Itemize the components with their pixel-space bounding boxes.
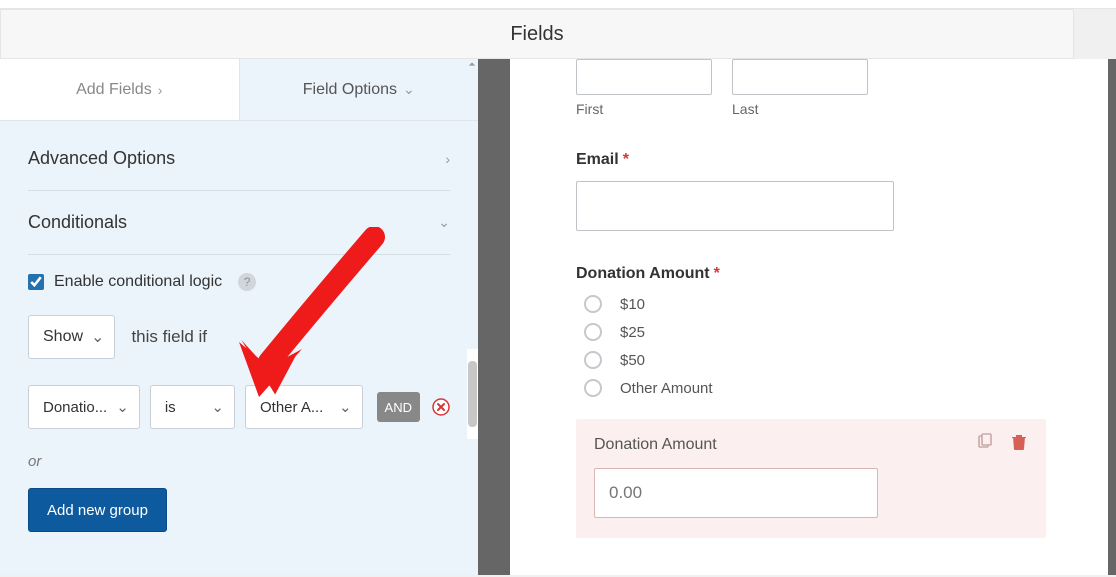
this-field-if-text: this field if: [131, 327, 207, 347]
radio-icon: [584, 323, 602, 341]
add-group-label: Add new group: [47, 502, 148, 519]
radio-option-10[interactable]: $10: [576, 295, 1066, 313]
radio-option-50[interactable]: $50: [576, 351, 1066, 369]
tab-add-fields-label: Add Fields: [76, 81, 152, 99]
chevron-right-icon: ›: [445, 151, 450, 167]
sidebar: Add Fields › Field Options ⌄ Advanced Op…: [0, 59, 478, 575]
trash-icon[interactable]: [1010, 433, 1028, 456]
enable-conditional-label: Enable conditional logic: [54, 273, 222, 291]
radio-option-25[interactable]: $25: [576, 323, 1066, 341]
rule-value-label: Other A...: [260, 399, 331, 416]
page-title-bar: Fields: [0, 9, 1074, 59]
radio-label: $10: [620, 296, 645, 313]
duplicate-icon[interactable]: [976, 433, 994, 456]
radio-icon: [584, 379, 602, 397]
section-advanced-options[interactable]: Advanced Options ›: [28, 127, 450, 191]
first-name-sublabel: First: [576, 101, 712, 117]
last-name-input[interactable]: [732, 59, 868, 95]
radio-label: Other Amount: [620, 380, 713, 397]
scroll-up-icon[interactable]: [468, 60, 476, 68]
email-field-label: Email*: [576, 151, 1066, 169]
caret-down-icon: ⌄: [339, 398, 352, 416]
or-text: or: [28, 453, 450, 470]
section-conditionals-label: Conditionals: [28, 212, 127, 233]
donation-field-label: Donation Amount*: [576, 265, 1066, 283]
rule-field-select[interactable]: Donatio... ⌄: [28, 385, 140, 429]
and-label: AND: [385, 400, 412, 415]
radio-label: $25: [620, 324, 645, 341]
donation-label-text: Donation Amount: [576, 265, 710, 282]
selected-field-label: Donation Amount: [594, 436, 717, 454]
selected-field-panel[interactable]: Donation Amount: [576, 419, 1046, 538]
add-group-button[interactable]: Add new group: [28, 488, 167, 532]
help-icon[interactable]: ?: [238, 273, 256, 291]
sidebar-scrollbar[interactable]: [467, 349, 478, 439]
rule-value-select[interactable]: Other A... ⌄: [245, 385, 363, 429]
scrollbar-thumb[interactable]: [468, 361, 477, 427]
caret-down-icon: ⌄: [116, 398, 129, 416]
tab-add-fields[interactable]: Add Fields ›: [0, 59, 239, 120]
rule-operator-select[interactable]: is ⌄: [150, 385, 235, 429]
radio-icon: [584, 295, 602, 313]
tab-field-options[interactable]: Field Options ⌄: [240, 59, 479, 120]
first-name-input[interactable]: [576, 59, 712, 95]
and-button[interactable]: AND: [377, 392, 420, 422]
form-preview: First Last Email* Donation Amount* $10: [504, 59, 1116, 575]
caret-down-icon: ⌄: [211, 398, 224, 416]
tab-field-options-label: Field Options: [303, 81, 397, 99]
chevron-right-icon: ›: [158, 82, 163, 98]
page-title: Fields: [510, 23, 563, 46]
action-select[interactable]: Show ⌄: [28, 315, 115, 359]
last-name-sublabel: Last: [732, 101, 868, 117]
enable-conditional-checkbox[interactable]: [28, 274, 44, 290]
required-asterisk: *: [714, 265, 720, 282]
gutter: [478, 59, 504, 575]
donation-amount-input[interactable]: [594, 468, 878, 518]
rule-field-label: Donatio...: [43, 399, 108, 416]
chevron-down-icon: ⌄: [403, 81, 415, 98]
delete-rule-icon[interactable]: [432, 398, 450, 416]
window-top-strip: [0, 0, 1116, 9]
section-advanced-label: Advanced Options: [28, 148, 175, 169]
chevron-down-icon: ⌄: [438, 214, 450, 231]
caret-down-icon: ⌄: [91, 327, 104, 347]
radio-option-other[interactable]: Other Amount: [576, 379, 1066, 397]
section-conditionals[interactable]: Conditionals ⌄: [28, 191, 450, 255]
required-asterisk: *: [623, 151, 629, 168]
email-label-text: Email: [576, 151, 619, 168]
email-input[interactable]: [576, 181, 894, 231]
rule-operator-label: is: [165, 399, 204, 416]
radio-label: $50: [620, 352, 645, 369]
radio-icon: [584, 351, 602, 369]
action-select-label: Show: [43, 328, 83, 346]
